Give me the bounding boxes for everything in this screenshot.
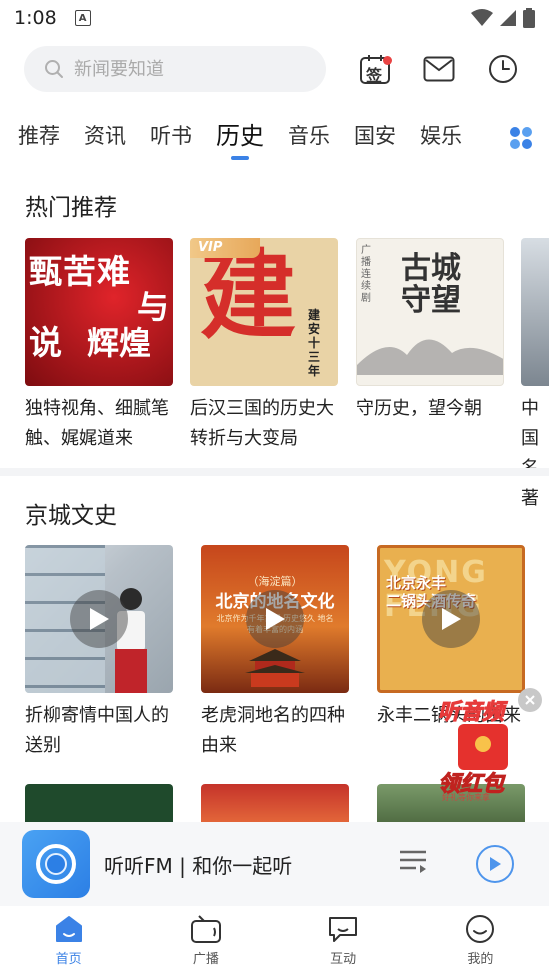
- ad-small-text: 好礼等你来拿: [442, 793, 490, 802]
- category-tabs: 推荐 资讯 听书 历史 音乐 国安 娱乐: [18, 116, 549, 160]
- temple-illustration: [245, 649, 305, 687]
- nav-mine[interactable]: 我的: [412, 906, 549, 976]
- tab-recommend[interactable]: 推荐: [18, 116, 60, 156]
- hot-cover-1: 甄苦难 说 与 辉煌: [25, 238, 173, 386]
- player-title: 听听FM | 和你一起听: [104, 853, 293, 878]
- hot-card-1[interactable]: 甄苦难 说 与 辉煌 独特视角、细腻笔触、娓娓道来: [25, 238, 173, 454]
- tab-security[interactable]: 国安: [354, 116, 396, 156]
- ad-top-text: 听音频: [437, 700, 505, 726]
- play-button[interactable]: [422, 590, 480, 648]
- hot-card-3[interactable]: 广播连续剧 古城守望 守历史，望今朝: [356, 238, 504, 424]
- mail-button[interactable]: [422, 52, 456, 86]
- play-icon: [266, 608, 285, 630]
- bottom-nav: 首页 广播 互动 我的: [0, 906, 549, 976]
- tab-history[interactable]: 历史: [216, 116, 264, 156]
- cover-text: 古城守望: [401, 251, 461, 318]
- nav-label: 首页: [55, 952, 82, 967]
- hot-cover-3: 广播连续剧 古城守望: [356, 238, 504, 386]
- clock-icon: [489, 55, 517, 83]
- chat-bubble-icon: [329, 917, 358, 942]
- section-title-hot: 热门推荐: [25, 195, 117, 221]
- play-icon: [90, 608, 109, 630]
- search-row: 签: [24, 46, 529, 92]
- red-packet-icon: [458, 724, 508, 770]
- card-title: 独特视角、细腻笔触、娓娓道来: [25, 398, 169, 449]
- home-icon: [55, 916, 82, 942]
- profile-face-icon: [466, 915, 495, 943]
- search-box[interactable]: [24, 46, 326, 92]
- cover-text: 说: [29, 323, 62, 362]
- cover-text: 北京永丰: [386, 574, 447, 592]
- cover-text: 建安十三年: [308, 308, 321, 378]
- jingcheng-cover-1: [25, 545, 173, 693]
- status-bar: 1:08 A: [0, 0, 549, 36]
- hot-cover-2: 建 VIP 建安十三年: [190, 238, 338, 386]
- mail-icon: [423, 56, 455, 82]
- search-input[interactable]: [74, 58, 274, 80]
- cover-text: 甄苦难: [29, 252, 131, 291]
- tab-music[interactable]: 音乐: [288, 116, 330, 156]
- playlist-icon: [400, 850, 426, 873]
- play-icon: [442, 608, 461, 630]
- play-icon: [490, 857, 501, 871]
- player-artwork: [22, 830, 90, 898]
- playlist-button[interactable]: [398, 848, 428, 880]
- checkin-button[interactable]: 签: [358, 52, 392, 86]
- hot-cover-4: [521, 238, 549, 386]
- nav-label: 我的: [467, 952, 494, 967]
- tab-audiobook[interactable]: 听书: [150, 116, 192, 156]
- tab-more-area: [479, 118, 549, 158]
- header-actions: 签: [358, 52, 520, 86]
- vip-badge: VIP: [190, 238, 260, 258]
- card-title: 折柳寄情中国人的送别: [25, 705, 169, 756]
- nav-broadcast[interactable]: 广播: [137, 906, 274, 976]
- search-icon: [45, 60, 63, 78]
- checkin-label: 签: [366, 66, 383, 85]
- jingcheng-cover-3: YONG FENG 北京永丰 二锅头酒传奇: [377, 545, 525, 693]
- section-title-jingcheng: 京城文史: [25, 503, 117, 529]
- history-button[interactable]: [486, 52, 520, 86]
- play-button[interactable]: [70, 590, 128, 648]
- hot-card-2[interactable]: 建 VIP 建安十三年 后汉三国的历史大转折与大变局: [190, 238, 338, 454]
- notification-a-icon: A: [74, 10, 91, 26]
- battery-icon: [523, 8, 535, 28]
- card-title: 守历史，望今朝: [356, 398, 482, 419]
- tab-news[interactable]: 资讯: [84, 116, 126, 156]
- cover-text: 辉煌: [87, 324, 152, 362]
- tingting-logo-icon: [36, 844, 76, 884]
- player-play-button[interactable]: [476, 845, 514, 883]
- card-title: 后汉三国的历史大转折与大变局: [190, 398, 334, 449]
- status-time: 1:08: [14, 7, 57, 29]
- mini-player[interactable]: 听听FM | 和你一起听: [0, 822, 549, 906]
- section-divider: [0, 468, 549, 476]
- ad-close-button[interactable]: [518, 688, 542, 712]
- nav-label: 广播: [192, 952, 219, 967]
- category-grid-icon[interactable]: [509, 126, 533, 150]
- close-icon: [525, 695, 535, 705]
- landscape-illustration: [357, 339, 503, 375]
- peek-card-1[interactable]: [25, 784, 173, 824]
- status-indicators: [471, 8, 535, 28]
- notification-dot: [383, 56, 392, 65]
- play-button[interactable]: [246, 590, 304, 648]
- card-title: 中国名著: [521, 398, 539, 509]
- radio-tv-icon: [190, 915, 221, 943]
- card-title: 老虎洞地名的四种由来: [201, 705, 345, 756]
- signal-icon: [500, 10, 516, 26]
- nav-label: 互动: [330, 952, 357, 967]
- peek-card-2[interactable]: [201, 784, 349, 824]
- wifi-icon: [471, 9, 493, 26]
- nav-home[interactable]: 首页: [0, 906, 137, 976]
- tab-entertainment[interactable]: 娱乐: [420, 116, 462, 156]
- nav-interact[interactable]: 互动: [275, 906, 412, 976]
- jingcheng-card-1[interactable]: 折柳寄情中国人的送别: [25, 545, 173, 761]
- jingcheng-card-2[interactable]: （海淀篇） 北京的地名文化 北京作为千年古都 历史悠久 地名有着丰富的内涵 老虎…: [201, 545, 349, 761]
- jingcheng-cover-2: （海淀篇） 北京的地名文化 北京作为千年古都 历史悠久 地名有着丰富的内涵: [201, 545, 349, 693]
- cover-text: 广播连续剧: [361, 245, 371, 304]
